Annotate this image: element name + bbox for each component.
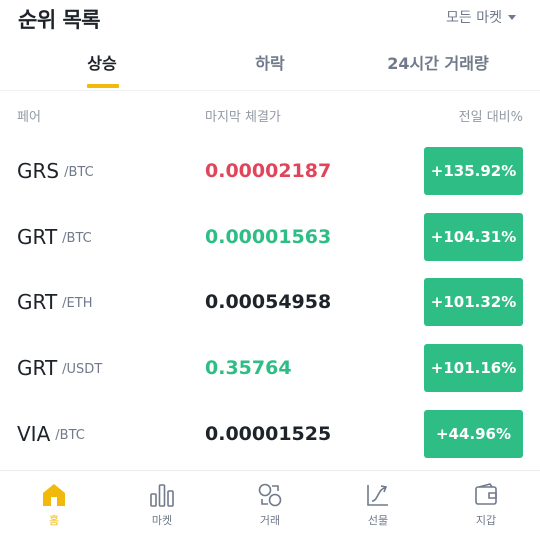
quote-asset: /BTC	[62, 231, 92, 246]
caret-down-icon	[508, 14, 516, 20]
last-price: 0.35764	[205, 357, 292, 379]
table-row[interactable]: GRT /BTC 0.00001563 +104.31%	[0, 213, 540, 279]
quote-asset: /ETH	[62, 296, 93, 311]
tab-gainers[interactable]: 상승	[70, 50, 134, 74]
column-headers: 페어 마지막 체결가 전일 대비%	[0, 106, 540, 126]
change-badge: +135.92%	[424, 147, 523, 195]
table-row[interactable]: GRT /USDT 0.35764 +101.16%	[0, 344, 540, 410]
nav-trade[interactable]: 거래	[216, 471, 324, 533]
tab-24h-volume[interactable]: 24시간 거래량	[368, 50, 508, 74]
bottom-navigation: 홈 마켓 거래 선물 지갑	[0, 470, 540, 533]
table-row[interactable]: GRT /ETH 0.00054958 +101.32%	[0, 278, 540, 344]
tab-bar: 상승 하락 24시간 거래량	[0, 40, 540, 88]
market-filter-dropdown[interactable]: 모든 마켓	[446, 7, 516, 27]
table-row[interactable]: VIA /BTC 0.00001525 +44.96%	[0, 410, 540, 476]
nav-wallet[interactable]: 지갑	[432, 471, 540, 533]
table-row[interactable]: GRS /BTC 0.00002187 +135.92%	[0, 147, 540, 213]
change-badge: +101.16%	[424, 344, 523, 392]
column-header-last-price: 마지막 체결가	[205, 110, 281, 125]
pair-name: GRS /BTC	[17, 147, 94, 195]
base-asset: VIA	[17, 422, 51, 446]
quote-asset: /USDT	[62, 362, 103, 377]
last-price: 0.00001525	[205, 423, 332, 445]
nav-label: 마켓	[151, 514, 173, 527]
wallet-icon	[475, 483, 497, 505]
nav-label: 거래	[259, 514, 281, 527]
trade-icon	[258, 483, 282, 507]
nav-label: 홈	[48, 514, 60, 527]
base-asset: GRT	[17, 225, 58, 249]
last-price: 0.00001563	[205, 226, 332, 248]
last-price: 0.00054958	[205, 291, 332, 313]
last-price: 0.00002187	[205, 160, 332, 182]
page-title: 순위 목록	[18, 8, 101, 32]
quote-asset: /BTC	[64, 165, 94, 180]
pair-name: GRT /BTC	[17, 213, 92, 261]
change-badge: +44.96%	[424, 410, 523, 458]
base-asset: GRS	[17, 159, 60, 183]
bar-chart-icon	[150, 484, 174, 507]
active-tab-indicator	[87, 84, 119, 88]
divider	[0, 90, 540, 91]
pair-name: GRT /USDT	[17, 344, 102, 392]
quote-asset: /BTC	[55, 428, 85, 443]
futures-icon	[367, 485, 388, 506]
nav-home[interactable]: 홈	[0, 471, 108, 533]
market-filter-label: 모든 마켓	[446, 10, 502, 26]
header: 순위 목록 모든 마켓	[0, 0, 540, 36]
nav-label: 지갑	[475, 514, 497, 527]
change-badge: +101.32%	[424, 278, 523, 326]
nav-futures[interactable]: 선물	[324, 471, 432, 533]
change-badge: +104.31%	[424, 213, 523, 261]
column-header-pair: 페어	[17, 110, 41, 125]
base-asset: GRT	[17, 356, 58, 380]
nav-label: 선물	[367, 514, 389, 527]
nav-markets[interactable]: 마켓	[108, 471, 216, 533]
pair-name: GRT /ETH	[17, 278, 92, 326]
column-header-change: 전일 대비%	[458, 110, 523, 125]
tab-losers[interactable]: 하락	[238, 50, 302, 74]
home-icon	[43, 484, 65, 506]
pair-name: VIA /BTC	[17, 410, 85, 458]
base-asset: GRT	[17, 290, 58, 314]
